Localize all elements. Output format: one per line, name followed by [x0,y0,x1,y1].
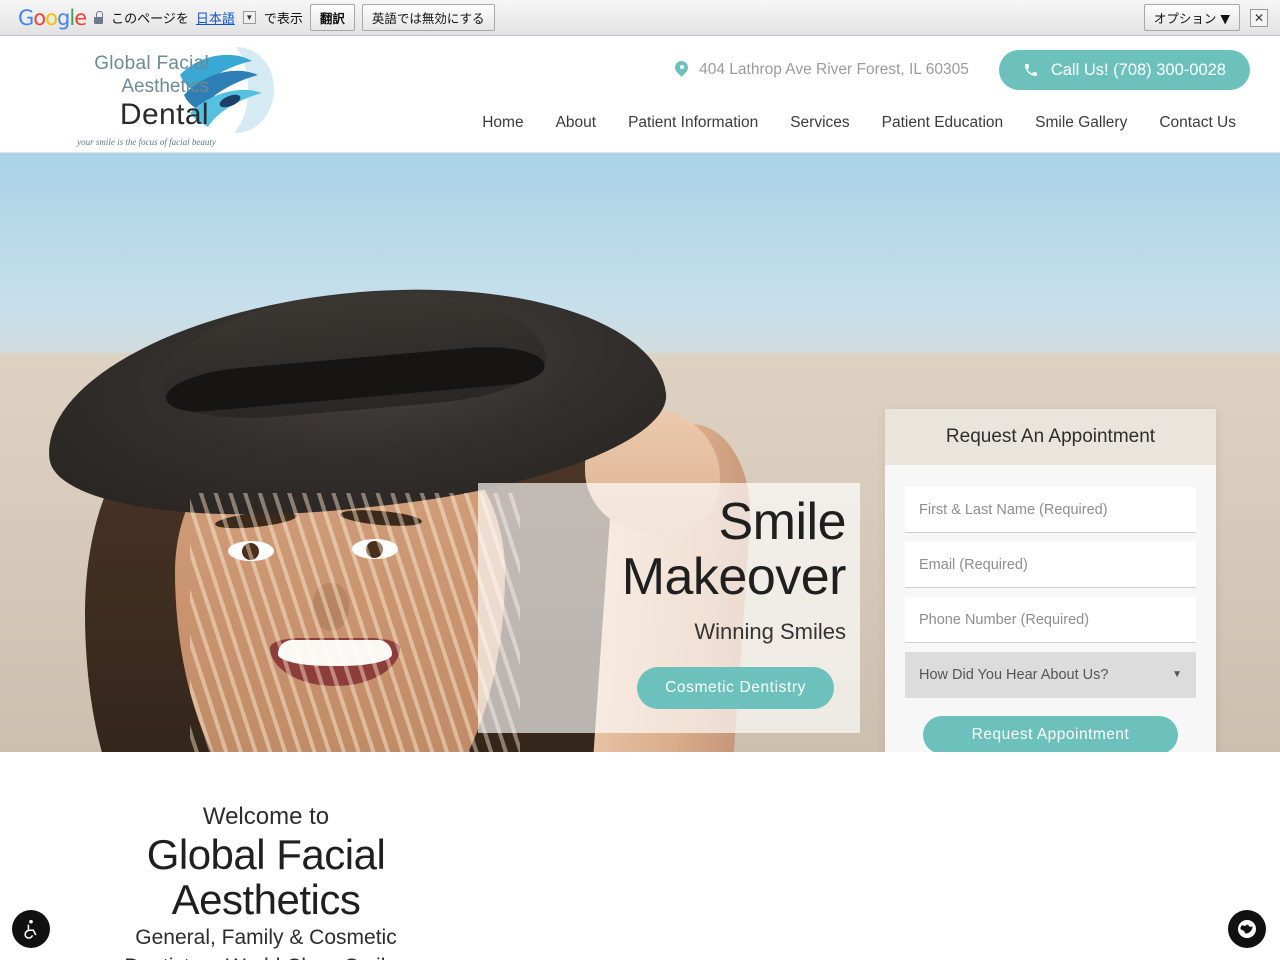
hero-subtitle: Winning Smiles [694,619,846,644]
welcome-text-block: Welcome to Global Facial Aesthetics Gene… [60,802,472,960]
call-us-button[interactable]: Call Us! (708) 300-0028 [998,50,1250,90]
logo-line-1: Global Facial [94,53,209,74]
logo-tagline: your smile is the focus of facial beauty [77,137,216,147]
lock-icon [93,11,104,24]
nav-item-patient-information[interactable]: Patient Information [612,106,774,140]
hero-title-line-1: Smile [718,493,846,551]
accessibility-widget-button[interactable] [12,910,50,948]
email-input[interactable] [905,542,1196,588]
hero-cta-button[interactable]: Cosmetic Dentistry [637,667,834,709]
nav-item-about[interactable]: About [540,106,613,140]
appointment-form-body: How Did You Hear About Us? ▼ Request App… [885,465,1216,752]
request-appointment-button[interactable]: Request Appointment [923,716,1178,752]
translate-language-link[interactable]: 日本語 [196,8,235,27]
model-eye-left [228,541,274,561]
name-input[interactable] [905,487,1196,533]
nav-item-patient-education[interactable]: Patient Education [866,106,1020,140]
disable-for-english-button[interactable]: 英語では無効にする [361,4,495,31]
logo-line-3: Dental [119,98,209,131]
translate-prompt-before: このページを [111,11,189,26]
phone-input[interactable] [905,597,1196,643]
hero-title-line-2: Makeover [621,548,847,606]
globe-widget-button[interactable] [1228,910,1266,948]
model-eye-right [352,539,398,559]
map-pin-icon [675,61,688,79]
welcome-name-line-1: Global Facial [146,831,386,878]
close-icon[interactable]: ✕ [1250,8,1268,27]
nav-item-home[interactable]: Home [466,106,539,140]
main-navigation: Home About Patient Information Services … [466,106,1252,140]
translate-button[interactable]: 翻訳 [309,4,355,31]
referral-source-select[interactable]: How Did You Hear About Us? [905,652,1196,698]
model-nose [313,583,349,631]
google-translate-bar: Google このページを 日本語 ▼ で表示 翻訳 英語では無効にする オプシ… [0,0,1280,36]
header-address-text: 404 Lathrop Ave River Forest, IL 60305 [699,61,969,78]
welcome-desc-line-2: Dentistry - World Class Smiles [60,954,472,960]
wheelchair-icon [24,919,37,939]
appointment-form-card: Request An Appointment How Did You Hear … [885,409,1216,752]
welcome-desc-line-1: General, Family & Cosmetic [135,926,397,949]
hero-text-panel: Smile Makeover Winning Smiles Cosmetic D… [478,483,860,733]
header-address: 404 Lathrop Ave River Forest, IL 60305 [675,61,969,79]
logo-line-2: Aesthetics [121,76,209,97]
translate-prompt-after: で表示 [263,11,303,26]
translate-bar-right: オプション ▼ ✕ [1143,4,1268,31]
globe-icon [1238,920,1256,938]
welcome-name-line-2: Aesthetics [171,876,361,923]
phone-icon [1024,64,1037,76]
nav-item-services[interactable]: Services [774,106,865,140]
translate-bar-left: Google このページを 日本語 ▼ で表示 翻訳 英語では無効にする [8,4,1144,31]
site-header: Global Facial Aesthetics Dental your smi… [0,36,1280,153]
google-logo: Google [18,5,87,30]
welcome-pre-title: Welcome to [202,803,330,830]
options-button[interactable]: オプション ▼ [1143,4,1240,31]
logo-wordmark: Global Facial Aesthetics Dental [34,53,209,131]
nav-item-smile-gallery[interactable]: Smile Gallery [1019,106,1143,140]
welcome-section: Welcome to Global Facial Aesthetics Gene… [0,752,1280,960]
call-us-label: Call Us! (708) 300-0028 [1050,60,1226,79]
header-contact-row: 404 Lathrop Ave River Forest, IL 60305 C… [675,50,1250,90]
chevron-down-icon[interactable]: ▼ [1172,669,1182,680]
appointment-heading: Request An Appointment [885,409,1216,465]
nav-item-contact-us[interactable]: Contact Us [1143,106,1252,140]
referral-source-select-wrap: How Did You Hear About Us? ▼ [905,652,1196,698]
hero-slider: Smile Makeover Winning Smiles Cosmetic D… [0,153,1280,752]
chevron-down-icon[interactable]: ▼ [242,11,256,24]
site-logo[interactable]: Global Facial Aesthetics Dental your smi… [34,43,274,148]
